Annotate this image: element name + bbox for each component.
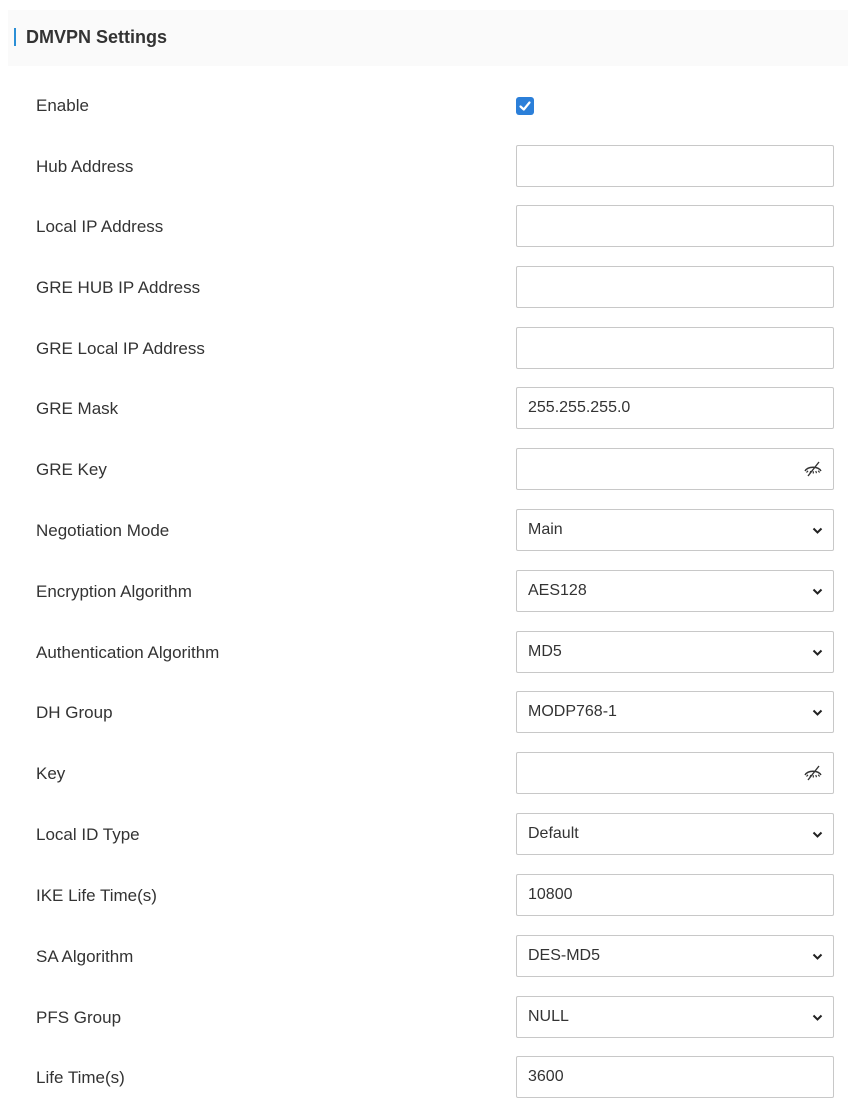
life-time-value: 3600 xyxy=(528,1068,564,1085)
encryption-algorithm-row: Encryption Algorithm AES128 xyxy=(0,570,856,614)
hub-address-input[interactable] xyxy=(516,145,834,187)
dh-group-value: MODP768-1 xyxy=(528,703,617,720)
gre-hub-ip-address-row: GRE HUB IP Address xyxy=(0,266,856,310)
eye-slash-icon[interactable] xyxy=(803,460,823,478)
sa-algorithm-value: DES-MD5 xyxy=(528,947,601,964)
pfs-group-value: NULL xyxy=(528,1008,569,1025)
local-id-type-row: Local ID Type Default xyxy=(0,813,856,857)
life-time-input[interactable]: 3600 xyxy=(516,1056,834,1098)
dmvpn-settings-panel: DMVPN Settings Enable Hub Address Local … xyxy=(0,0,856,1115)
ike-life-time-input[interactable]: 10800 xyxy=(516,874,834,916)
sa-algorithm-label: SA Algorithm xyxy=(36,947,134,966)
negotiation-mode-value: Main xyxy=(528,521,563,538)
sa-algorithm-row: SA Algorithm DES-MD5 xyxy=(0,935,856,979)
negotiation-mode-label: Negotiation Mode xyxy=(36,521,170,540)
dh-group-label: DH Group xyxy=(36,703,113,722)
local-id-type-value: Default xyxy=(528,825,579,842)
ike-life-time-row: IKE Life Time(s) 10800 xyxy=(0,874,856,918)
local-ip-address-row: Local IP Address xyxy=(0,205,856,249)
chevron-down-icon xyxy=(812,649,823,656)
encryption-algorithm-label: Encryption Algorithm xyxy=(36,582,192,601)
hub-address-row: Hub Address xyxy=(0,145,856,189)
pfs-group-label: PFS Group xyxy=(36,1008,122,1027)
chevron-down-icon xyxy=(812,953,823,960)
gre-mask-label: GRE Mask xyxy=(36,399,119,418)
eye-slash-icon[interactable] xyxy=(803,764,823,782)
chevron-down-icon xyxy=(812,527,823,534)
chevron-down-icon xyxy=(812,831,823,838)
checkmark-icon xyxy=(519,101,531,111)
gre-mask-input[interactable]: 255.255.255.0 xyxy=(516,387,834,429)
life-time-label: Life Time(s) xyxy=(36,1068,125,1087)
gre-local-ip-address-input[interactable] xyxy=(516,327,834,369)
local-ip-address-input[interactable] xyxy=(516,205,834,247)
gre-key-input[interactable] xyxy=(516,448,834,490)
enable-label: Enable xyxy=(36,96,89,115)
gre-hub-ip-address-input[interactable] xyxy=(516,266,834,308)
authentication-algorithm-value: MD5 xyxy=(528,643,562,660)
gre-mask-row: GRE Mask 255.255.255.0 xyxy=(0,387,856,431)
section-accent-bar xyxy=(14,28,16,46)
chevron-down-icon xyxy=(812,1014,823,1021)
encryption-algorithm-value: AES128 xyxy=(528,582,587,599)
gre-local-ip-address-row: GRE Local IP Address xyxy=(0,327,856,371)
gre-key-label: GRE Key xyxy=(36,460,107,479)
authentication-algorithm-label: Authentication Algorithm xyxy=(36,643,220,662)
life-time-row: Life Time(s) 3600 xyxy=(0,1056,856,1100)
enable-checkbox[interactable] xyxy=(516,97,534,115)
key-label: Key xyxy=(36,764,66,783)
gre-mask-value: 255.255.255.0 xyxy=(528,399,631,416)
authentication-algorithm-row: Authentication Algorithm MD5 xyxy=(0,631,856,675)
ike-life-time-label: IKE Life Time(s) xyxy=(36,886,157,905)
hub-address-label: Hub Address xyxy=(36,157,134,176)
sa-algorithm-select[interactable]: DES-MD5 xyxy=(516,935,834,977)
dh-group-select[interactable]: MODP768-1 xyxy=(516,691,834,733)
encryption-algorithm-select[interactable]: AES128 xyxy=(516,570,834,612)
local-id-type-label: Local ID Type xyxy=(36,825,140,844)
section-title: DMVPN Settings xyxy=(26,27,168,47)
key-input[interactable] xyxy=(516,752,834,794)
dh-group-row: DH Group MODP768-1 xyxy=(0,691,856,735)
negotiation-mode-select[interactable]: Main xyxy=(516,509,834,551)
gre-hub-ip-address-label: GRE HUB IP Address xyxy=(36,278,201,297)
local-ip-address-label: Local IP Address xyxy=(36,217,164,236)
enable-row: Enable xyxy=(0,84,856,128)
negotiation-mode-row: Negotiation Mode Main xyxy=(0,509,856,553)
chevron-down-icon xyxy=(812,588,823,595)
pfs-group-select[interactable]: NULL xyxy=(516,996,834,1038)
authentication-algorithm-select[interactable]: MD5 xyxy=(516,631,834,673)
key-row: Key xyxy=(0,752,856,796)
gre-key-row: GRE Key xyxy=(0,448,856,492)
ike-life-time-value: 10800 xyxy=(528,886,573,903)
pfs-group-row: PFS Group NULL xyxy=(0,996,856,1040)
chevron-down-icon xyxy=(812,709,823,716)
local-id-type-select[interactable]: Default xyxy=(516,813,834,855)
gre-local-ip-address-label: GRE Local IP Address xyxy=(36,339,205,358)
